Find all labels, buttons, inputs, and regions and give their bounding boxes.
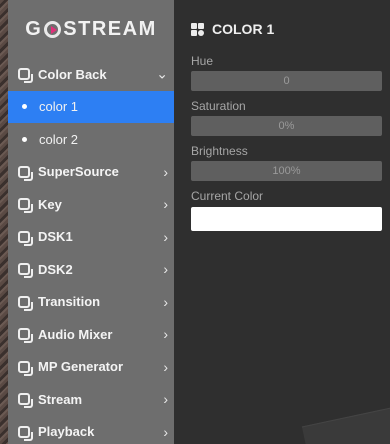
copy-icon [18,328,33,344]
bullet-icon [22,136,27,142]
chevron-right-icon: › [163,326,168,343]
sidebar-item-key[interactable]: Key › [8,188,174,221]
sidebar-item-label: SuperSource [38,164,119,180]
sidebar-item-dsk2[interactable]: DSK2 › [8,253,174,286]
chevron-right-icon: › [163,261,168,278]
chevron-right-icon: › [163,293,168,310]
hue-input[interactable]: 0 [191,71,382,91]
logo-text-end: STREAM [63,17,157,40]
chevron-right-icon: › [163,358,168,375]
sidebar-item-transition[interactable]: Transition › [8,286,174,319]
bullet-icon [22,104,27,110]
sidebar-item-label: Stream [38,391,83,407]
copy-icon [18,230,33,246]
chevron-right-icon: › [163,196,168,213]
sidebar-item-label: Audio Mixer [38,326,113,342]
app-logo: G STREAM [8,0,174,58]
logo-text-start: G [25,17,43,40]
hue-field-group: Hue 0 [174,54,390,91]
copy-icon [18,393,33,409]
copy-icon [18,165,33,181]
sidebar-item-mp-generator[interactable]: MP Generator › [8,351,174,384]
copy-icon [18,263,33,279]
brightness-label: Brightness [191,144,248,158]
chevron-right-icon: › [163,423,168,440]
copy-icon [18,198,33,214]
current-color-field-group: Current Color [174,189,390,231]
copy-icon [18,425,33,441]
play-icon [44,20,62,38]
page-title: COLOR 1 [212,21,275,37]
sidebar-item-color-back[interactable]: Color Back ⌄ [8,58,174,91]
copy-icon [18,360,33,376]
sidebar-item-label: Color Back [38,66,107,82]
brightness-field-group: Brightness 100% [174,144,390,181]
saturation-field-group: Saturation 0% [174,99,390,136]
sidebar-item-label: Playback [38,424,95,440]
sidebar: G STREAM Color Back ⌄ color 1 color 2 Su… [8,0,174,444]
chevron-right-icon: › [163,163,168,180]
current-color-label: Current Color [191,189,264,203]
brightness-input[interactable]: 100% [191,161,382,181]
sidebar-subitem-label: color 2 [39,131,79,147]
sidebar-item-dsk1[interactable]: DSK1 › [8,221,174,254]
sidebar-item-audio-mixer[interactable]: Audio Mixer › [8,318,174,351]
hue-label: Hue [191,54,214,68]
sidebar-subitem-label: color 1 [39,99,79,115]
copy-icon [18,68,33,84]
sidebar-item-supersource[interactable]: SuperSource › [8,156,174,189]
main-panel: COLOR 1 Hue 0 Saturation 0% Brightness 1… [174,0,390,444]
sidebar-item-label: Key [38,196,62,212]
sidebar-item-label: Transition [38,294,101,310]
chevron-down-icon: ⌄ [156,65,168,82]
copy-icon [18,295,33,311]
saturation-input[interactable]: 0% [191,116,382,136]
grid-icon [191,22,204,36]
current-color-swatch[interactable] [191,207,382,231]
saturation-label: Saturation [191,99,246,113]
chevron-right-icon: › [163,391,168,408]
sidebar-subitem-color-2[interactable]: color 2 [8,123,174,156]
sidebar-subitem-color-1[interactable]: color 1 [8,90,174,123]
background-strip [0,0,8,444]
sidebar-item-playback[interactable]: Playback › [8,416,174,444]
chevron-right-icon: › [163,228,168,245]
panel-header: COLOR 1 [174,0,390,58]
sidebar-item-stream[interactable]: Stream › [8,383,174,416]
sidebar-item-label: DSK1 [38,229,73,245]
sidebar-item-label: DSK2 [38,261,73,277]
sidebar-item-label: MP Generator [38,359,124,375]
